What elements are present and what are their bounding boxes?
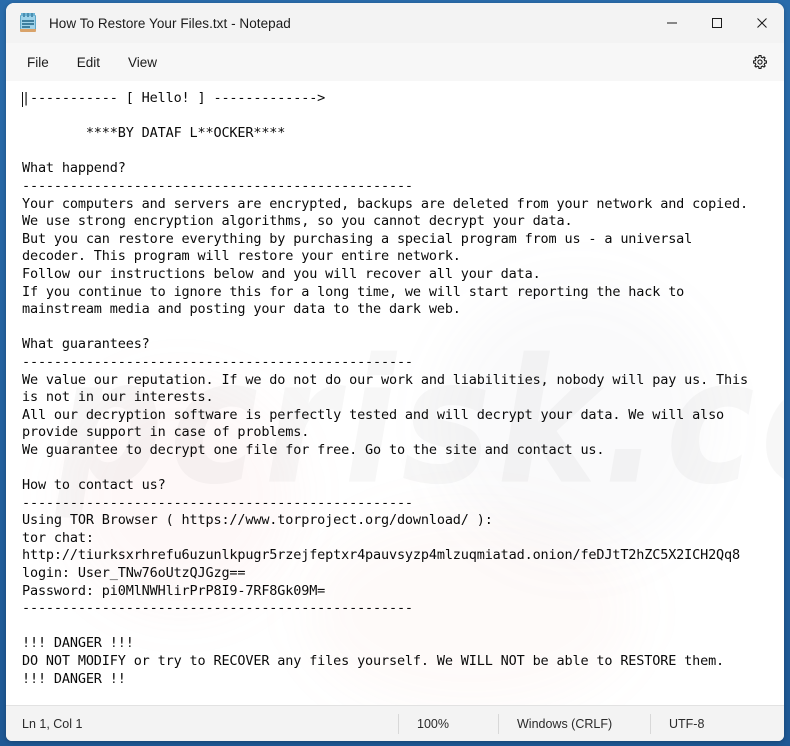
title-bar[interactable]: How To Restore Your Files.txt - Notepad: [6, 3, 784, 43]
notepad-icon: [19, 13, 37, 33]
status-cursor-position: Ln 1, Col 1: [22, 716, 83, 731]
menu-item-edit[interactable]: Edit: [66, 50, 111, 75]
status-zoom-level[interactable]: 100%: [398, 713, 498, 734]
status-bar: Ln 1, Col 1 100% Windows (CRLF) UTF-8: [6, 705, 784, 741]
minimize-button[interactable]: [649, 3, 694, 43]
gear-icon[interactable]: [746, 48, 774, 76]
window-title: How To Restore Your Files.txt - Notepad: [49, 15, 291, 31]
ransom-note-text[interactable]: |----------- [ Hello! ] -------------> *…: [6, 81, 784, 688]
window-controls: [649, 3, 784, 43]
menu-bar: File Edit View: [6, 43, 784, 81]
status-line-endings[interactable]: Windows (CRLF): [498, 713, 650, 734]
notepad-window: How To Restore Your Files.txt - Notepad …: [6, 3, 784, 741]
maximize-button[interactable]: [694, 3, 739, 43]
text-editor-area[interactable]: pcrisk.com |----------- [ Hello! ] -----…: [6, 81, 784, 705]
status-encoding[interactable]: UTF-8: [650, 713, 770, 734]
menu-item-view[interactable]: View: [117, 50, 168, 75]
menu-item-file[interactable]: File: [16, 50, 60, 75]
close-button[interactable]: [739, 3, 784, 43]
